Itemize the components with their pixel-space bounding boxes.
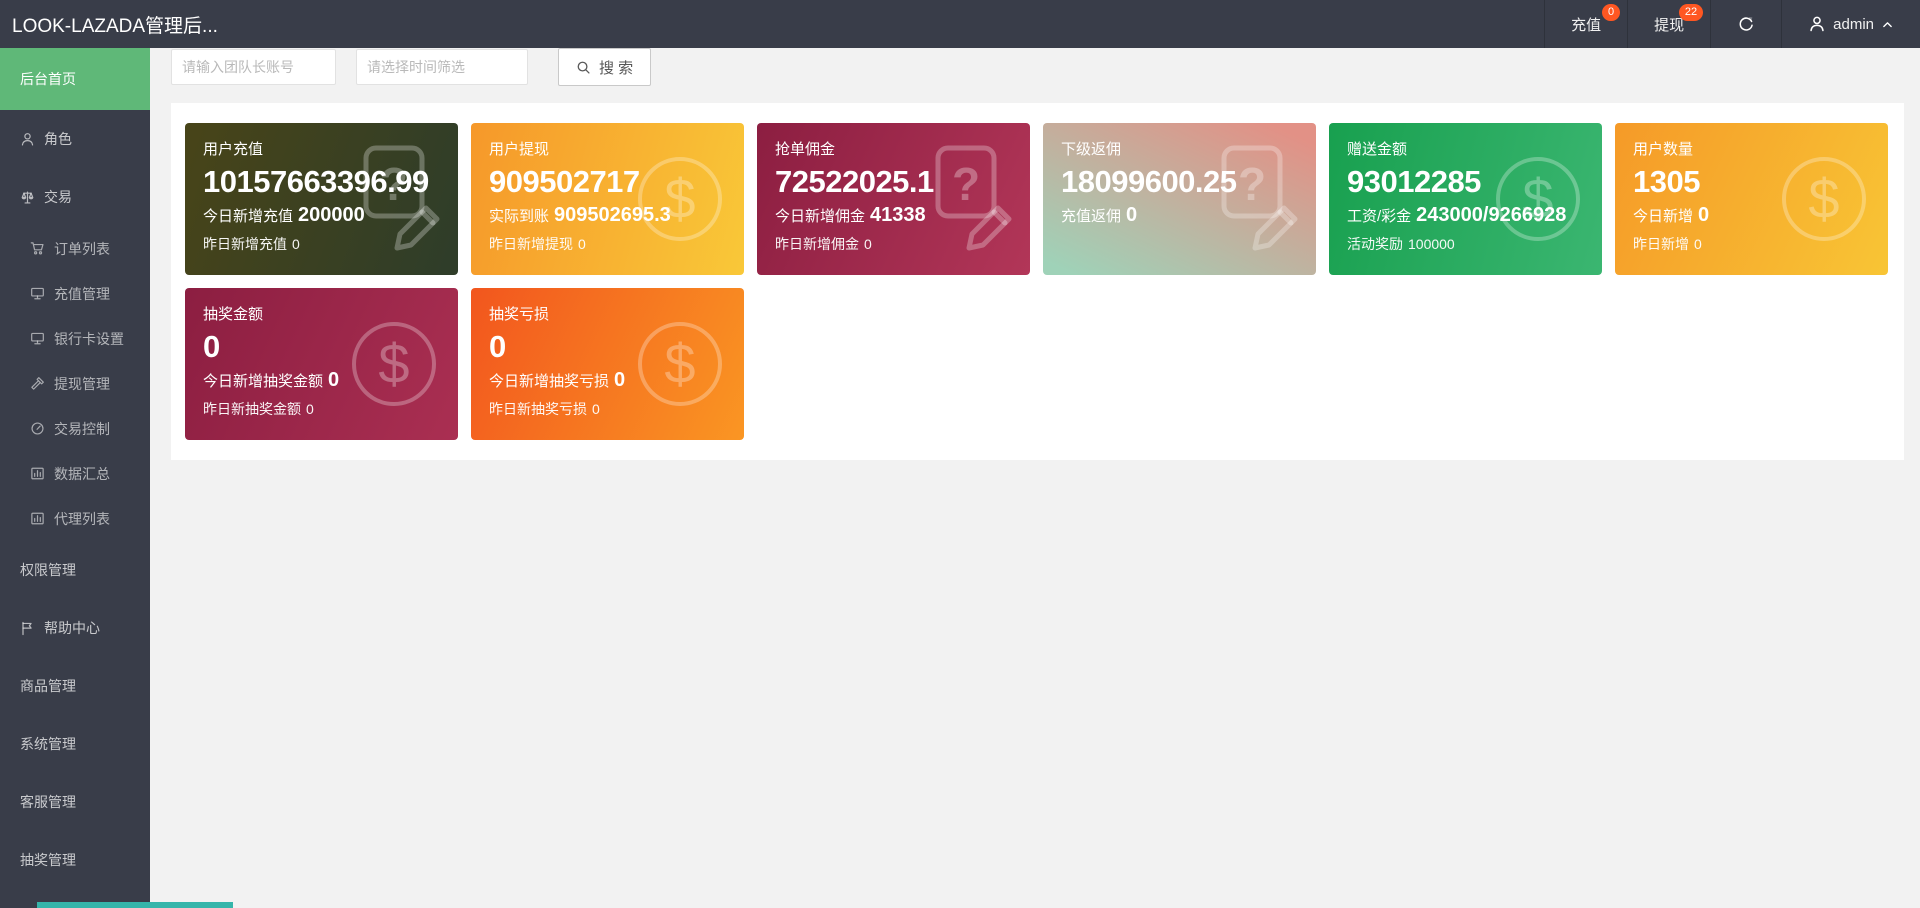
sidebar-item-help-center[interactable]: 帮助中心 — [0, 599, 150, 657]
help-edit-icon: ? — [1221, 145, 1298, 251]
stats-panel: 用户充值 10157663396.99 今日新增充值 200000 昨日新增充值 0… — [171, 103, 1904, 460]
refresh-icon — [1739, 16, 1753, 31]
bar-chart-icon — [31, 512, 44, 525]
svg-text:$: $ — [1808, 167, 1839, 230]
recharge-label: 充值 — [1571, 16, 1602, 34]
stat-card-user-withdraw: 用户提现 909502717 实际到账 909502695.3 昨日新增提现 0 $ — [471, 123, 744, 275]
svg-text:$: $ — [664, 167, 695, 230]
main-content: 条件搜索 搜 索 用户充值 10157663396.99 今日新增充值20000… — [150, 0, 1920, 460]
team-leader-account-input[interactable] — [171, 49, 336, 85]
dollar-circle-icon: $ — [638, 157, 722, 241]
time-filter-input[interactable] — [356, 49, 528, 85]
sidebar-item-role[interactable]: 角色 — [0, 110, 150, 168]
dollar-circle-icon: $ — [352, 322, 436, 406]
bottom-accent-strip — [37, 902, 233, 908]
stat-card-subordinate-rebate: 下级返佣 18099600.25 充值返佣 0 ? — [1043, 123, 1316, 275]
sidebar-item-label: 客服管理 — [20, 794, 76, 810]
sidebar-item-label: 抽奖管理 — [20, 852, 76, 868]
sidebar-item-trade[interactable]: 交易 — [0, 168, 150, 226]
svg-text:?: ? — [1238, 158, 1266, 210]
display-icon — [31, 332, 44, 345]
sidebar-item-label: 交易控制 — [54, 420, 110, 437]
stat-card-lottery-amount: 抽奖金额 0 今日新增抽奖金额 0 昨日新抽奖金额 0 $ — [185, 288, 458, 440]
sidebar-item-label: 代理列表 — [54, 510, 110, 527]
sidebar-item-label: 数据汇总 — [54, 465, 110, 482]
stat-card-lottery-loss: 抽奖亏损 0 今日新增抽奖亏损 0 昨日新抽奖亏损 0 $ — [471, 288, 744, 440]
sidebar-item-data-summary[interactable]: 数据汇总 — [0, 451, 150, 496]
svg-text:$: $ — [1522, 167, 1553, 230]
sidebar-item-order-list[interactable]: 订单列表 — [0, 226, 150, 271]
stat-card-user-recharge: 用户充值 10157663396.99 今日新增充值 200000 昨日新增充值 0… — [185, 123, 458, 275]
user-menu[interactable]: admin — [1781, 0, 1920, 48]
stats-grid: 用户充值 10157663396.99 今日新增充值 200000 昨日新增充值 0… — [185, 123, 1890, 440]
withdraw-badge: 22 — [1678, 4, 1704, 21]
stat-card-user-count: 用户数量 1305 今日新增 0 昨日新增 0 $ — [1615, 123, 1888, 275]
sidebar-item-label: 角色 — [44, 131, 72, 147]
refresh-button[interactable] — [1710, 0, 1781, 48]
sidebar-item-product-mgmt[interactable]: 商品管理 — [0, 657, 150, 715]
svg-text:$: $ — [664, 332, 695, 395]
svg-text:?: ? — [380, 158, 408, 210]
sidebar: 后台首页 角色 交易 订单列表 充值管理 银行卡设置 提现管理 交易控制 数据汇… — [0, 48, 150, 908]
sidebar-item-withdraw-mgmt[interactable]: 提现管理 — [0, 361, 150, 406]
flag-icon — [22, 621, 32, 635]
app-title: LOOK-LAZADA管理后... — [12, 15, 218, 37]
sidebar-item-label: 权限管理 — [20, 562, 76, 578]
sidebar-item-service-mgmt[interactable]: 客服管理 — [0, 773, 150, 831]
username: admin — [1833, 15, 1874, 33]
person-icon — [21, 132, 34, 146]
sidebar-item-lottery-mgmt[interactable]: 抽奖管理 — [0, 831, 150, 889]
sidebar-item-label: 提现管理 — [54, 375, 110, 392]
bar-chart-icon — [31, 467, 44, 480]
search-button-label: 搜 索 — [599, 59, 634, 77]
stat-card-order-commission: 抢单佣金 72522025.1 今日新增佣金 41338 昨日新增佣金 0 ? — [757, 123, 1030, 275]
gauge-icon — [31, 422, 44, 435]
sidebar-item-recharge-mgmt[interactable]: 充值管理 — [0, 271, 150, 316]
dollar-circle-icon: $ — [1782, 157, 1866, 241]
sidebar-item-agent-list[interactable]: 代理列表 — [0, 496, 150, 541]
sidebar-item-label: 银行卡设置 — [54, 330, 124, 347]
sidebar-item-label: 充值管理 — [54, 285, 110, 302]
search-icon — [577, 61, 590, 74]
sidebar-item-trade-control[interactable]: 交易控制 — [0, 406, 150, 451]
svg-text:$: $ — [378, 332, 409, 395]
search-button[interactable]: 搜 索 — [558, 48, 652, 86]
chevron-up-icon — [1883, 21, 1892, 27]
sidebar-item-label: 帮助中心 — [44, 620, 100, 636]
sidebar-item-label: 后台首页 — [20, 71, 76, 87]
sidebar-item-permission-mgmt[interactable]: 权限管理 — [0, 541, 150, 599]
sidebar-item-bankcard-settings[interactable]: 银行卡设置 — [0, 316, 150, 361]
recharge-badge: 0 — [1602, 4, 1621, 21]
dollar-circle-icon: $ — [638, 322, 722, 406]
sidebar-item-label: 商品管理 — [20, 678, 76, 694]
help-edit-icon: ? — [935, 145, 1012, 251]
svg-text:?: ? — [952, 158, 980, 210]
user-icon — [1810, 16, 1824, 32]
sidebar-item-label: 订单列表 — [54, 240, 110, 257]
sidebar-item-system-mgmt[interactable]: 系统管理 — [0, 715, 150, 773]
gavel-icon — [31, 377, 44, 390]
scales-icon — [21, 190, 34, 204]
sidebar-item-label: 系统管理 — [20, 736, 76, 752]
dollar-circle-icon: $ — [1496, 157, 1580, 241]
search-row: 搜 索 — [171, 48, 1904, 86]
stat-card-gift-amount: 赠送金额 93012285 工资/彩金 243000/9266928 活动奖励 10… — [1329, 123, 1602, 275]
recharge-nav-item[interactable]: 充值 0 — [1544, 0, 1627, 48]
withdraw-nav-item[interactable]: 提现 22 — [1627, 0, 1710, 48]
topbar: LOOK-LAZADA管理后... 充值 0 提现 22 admin — [0, 0, 1920, 48]
sidebar-item-label: 交易 — [44, 189, 72, 205]
topbar-actions: 充值 0 提现 22 admin — [1544, 0, 1920, 48]
display-icon — [31, 287, 44, 300]
cart-icon — [30, 242, 44, 255]
sidebar-item-home[interactable]: 后台首页 — [0, 48, 150, 110]
help-edit-icon: ? — [363, 145, 440, 251]
